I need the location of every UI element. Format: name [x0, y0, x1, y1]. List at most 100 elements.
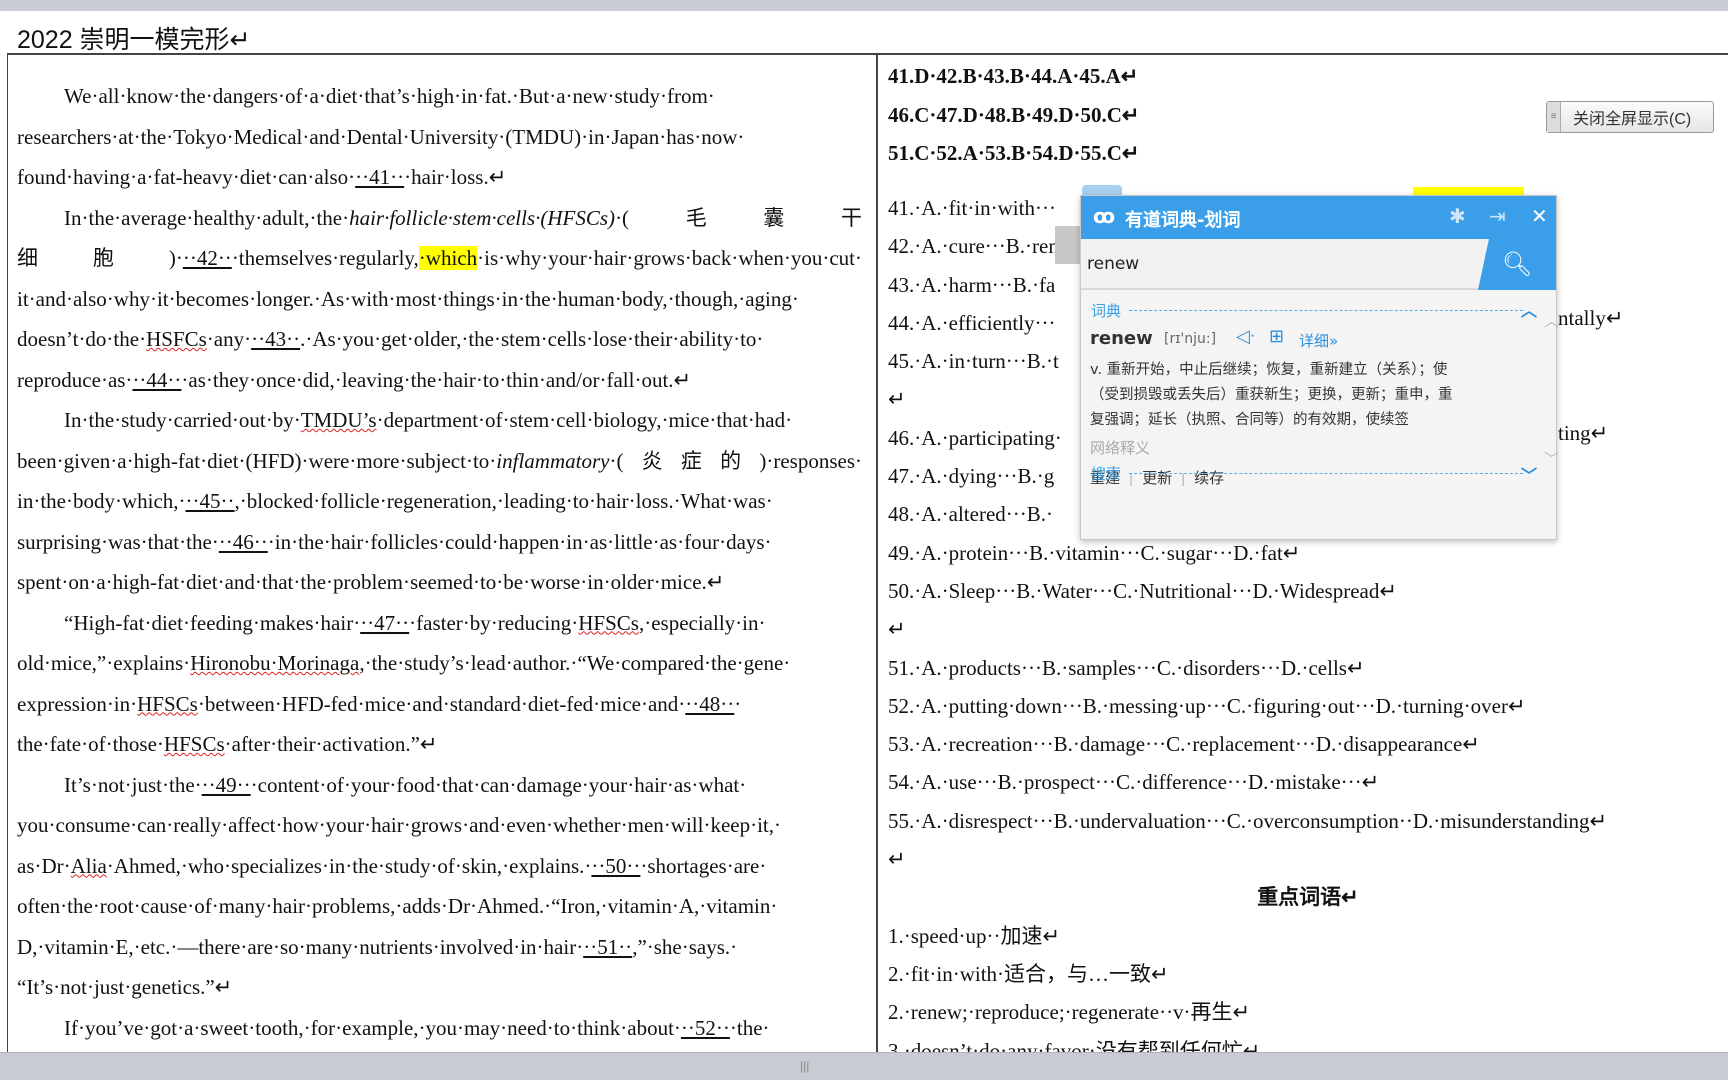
horizontal-scrollbar[interactable]: ||| — [0, 1052, 1728, 1080]
text-segment: ·hair·loss.↵ — [404, 165, 507, 189]
youdao-logo-icon: ꝏ — [1093, 204, 1116, 228]
vocab-item: 2.·renew;·reproduce;·regenerate··v·再生↵ — [888, 1000, 1251, 1025]
popup-title: 有道词典-划词 — [1125, 210, 1241, 231]
text-segment: in·the·body·which,· — [17, 489, 186, 513]
text-segment: ·(炎症的)·responses· — [609, 448, 862, 473]
option-line: ↵ — [888, 617, 906, 642]
close-fullscreen-button[interactable]: ≡ 关闭全屏显示(C) — [1546, 101, 1714, 133]
close-icon[interactable]: ✕ — [1531, 204, 1548, 228]
blank: ··41·· — [355, 165, 405, 189]
text-segment: ·after·their·activation.”↵ — [224, 732, 438, 756]
text-segment: In·the·study·carried·out·by· — [64, 408, 301, 432]
blank: ··44·· — [132, 367, 182, 392]
passage-line: as·Dr·Alia·Ahmed,·who·specializes·in·the… — [17, 846, 862, 887]
text-segment: .·As·you·get·older,·the·stem·cells·lose·… — [300, 327, 764, 351]
option-line: ↵ — [888, 847, 906, 872]
text-segment: In·the·average·healthy·adult,·the· — [64, 205, 350, 230]
text-segment: Hironobu·Morinaga — [190, 651, 360, 675]
passage-line: D,·vitamin·E,·etc.·—there·are·so·many·nu… — [17, 927, 862, 968]
document-title: 2022 崇明一模完形↵ — [17, 26, 251, 54]
search-button[interactable]: 🔍︎ — [1478, 239, 1556, 290]
text-segment: “High-fat·diet·feeding·makes·hair· — [64, 610, 361, 635]
passage-line: If·you’ve·got·a·sweet·tooth,·for·example… — [17, 1008, 862, 1049]
dict-section-label: 词典 — [1091, 302, 1122, 320]
passage-column: We·all·know·the·dangers·of·a·diet·that’s… — [17, 76, 862, 1089]
column-divider — [876, 53, 878, 1053]
passage-line: It’s·not·just·the···49···content·of·your… — [17, 765, 862, 806]
answer-line: 41.D·42.B·43.B·44.A·45.A↵ — [888, 64, 1139, 88]
text-segment: ·between·HFD-fed·mice·and·standard·diet-… — [197, 691, 686, 716]
text-segment: We·all·know·the·dangers·of·a·diet·that’s… — [64, 84, 715, 108]
definition-line: 复强调；延长（执照、合同等）的有效期，使续签 — [1090, 412, 1409, 428]
text-segment: doesn’t·do·the· — [17, 327, 147, 351]
passage-line: been·given·a·high-fat·diet·(HFD)·were·mo… — [17, 441, 862, 482]
speaker-icon[interactable]: ◁ᐧ — [1236, 326, 1254, 347]
passage-line: it·and·also·why·it·becomes·longer.·As·wi… — [17, 279, 862, 320]
text-segment: ·the· — [729, 1015, 770, 1040]
scrollbar-grip[interactable]: ||| — [800, 1059, 809, 1073]
blank: ··48·· — [685, 691, 735, 716]
add-wordbook-icon[interactable]: ⊞ — [1269, 326, 1284, 347]
text-segment: Alia — [70, 853, 107, 878]
passage-line: you·consume·can·really·affect·how·your·h… — [17, 805, 862, 846]
text-segment: ,·the·study’s·lead·author.·“We·compared·… — [359, 651, 791, 675]
option-line: 55.·A.·disrespect···B.·undervaluation···… — [888, 808, 1608, 833]
option-line: 53.·A.·recreation···B.·damage···C.·repla… — [888, 732, 1480, 757]
pin-icon[interactable]: ⇥ — [1489, 204, 1506, 228]
option-line: 54.·A.·use···B.·prospect···C.·difference… — [888, 770, 1380, 795]
text-segment: ·in·the·hair·follicles·could·happen·in·a… — [267, 529, 772, 554]
search-section-label: 搜索 — [1091, 465, 1122, 483]
answer-line: 46.C·47.D·48.B·49.D·50.C↵ — [888, 102, 1140, 127]
text-segment: ·is·why·your·hair·grows·back·when·you·cu… — [477, 246, 862, 270]
passage-line: in·the·body·which,···45··,·blocked·folli… — [17, 481, 862, 522]
chevron-up-icon[interactable]: ︿ — [1521, 297, 1537, 321]
definition-line: （受到损毁或丢失后）重获新生；更换，更新；重申，重 — [1090, 387, 1453, 403]
text-segment: often·the·root·cause·of·many·hair·proble… — [17, 894, 778, 918]
passage-line: old·mice,”·explains·Hironobu·Morinaga,·t… — [17, 643, 862, 684]
text-segment: It’s·not·just·the· — [64, 772, 202, 797]
scroll-down-icon[interactable]: ﹀ — [1544, 448, 1559, 469]
passage-line: researchers·at·the·Tokyo·Medical·and·Den… — [17, 117, 862, 158]
blank: ··43·· — [251, 327, 301, 351]
text-segment: ·shortages·are· — [640, 853, 767, 878]
option-44-fragment: ntally↵ — [1558, 306, 1624, 330]
text-segment: · — [734, 691, 742, 716]
passage-line: We·all·know·the·dangers·of·a·diet·that’s… — [17, 76, 862, 117]
text-segment: researchers·at·the·Tokyo·Medical·and·Den… — [17, 124, 745, 149]
text-segment: been·given·a·high-fat·diet·(HFD)·were·mo… — [17, 448, 497, 473]
window-top-bar — [0, 0, 1728, 11]
definition-line: v. 重新开始，中止后继续；恢复，重新建立（关系）；使 — [1090, 362, 1448, 378]
text-segment: HFSCs — [137, 691, 198, 716]
search-section-header: 搜索 — [1091, 463, 1531, 484]
dictionary-search-input[interactable] — [1087, 249, 1467, 279]
blank: ··49·· — [201, 772, 251, 797]
text-segment: inflammatory — [496, 448, 610, 473]
popup-header[interactable]: ꝏ 有道词典-划词 ✱ ⇥ ✕ — [1081, 196, 1556, 239]
headword: renew — [1090, 328, 1153, 349]
text-segment: ·department·of·stem·cell·biology,·mice·t… — [376, 408, 793, 432]
blank: ··45·· — [185, 489, 235, 513]
settings-icon[interactable]: ✱ — [1449, 204, 1466, 228]
text-segment: spent·on·a·high-fat·diet·and·that·the·pr… — [17, 570, 725, 594]
detail-link[interactable]: 详细» — [1299, 330, 1338, 351]
text-segment: ,·especially·in· — [638, 610, 766, 635]
search-row: 🔍︎ — [1081, 239, 1556, 290]
text-segment: ·as·they·once·did,·leaving·the·hair·to·t… — [181, 367, 692, 392]
blank: ··50·· — [591, 853, 641, 878]
text-segment: TMDU’s — [300, 408, 377, 432]
answer-line: 51.C·52.A·53.B·54.D·55.C↵ — [888, 141, 1140, 165]
close-fullscreen-label: 关闭全屏显示(C) — [1573, 111, 1692, 128]
text-segment: ·which — [418, 246, 478, 270]
passage-line: In·the·study·carried·out·by·TMDU’s·depar… — [17, 400, 862, 441]
passage-line: 细胞)···42···themselves·regularly,·which·i… — [17, 238, 862, 279]
blank: ··52·· — [680, 1015, 730, 1040]
vocab-heading: 重点词语↵ — [1257, 885, 1359, 910]
chevron-down-icon[interactable]: ﹀ — [1521, 462, 1537, 486]
blank: ··51·· — [583, 934, 633, 959]
text-segment: ·any· — [206, 327, 252, 351]
scroll-up-icon[interactable]: ︿ — [1544, 310, 1559, 331]
text-segment: reproduce·as· — [17, 367, 133, 392]
passage-line: “High-fat·diet·feeding·makes·hair···47··… — [17, 603, 862, 644]
blank: ··46·· — [218, 529, 268, 554]
phonetic: [rɪ'nju:] — [1164, 331, 1217, 347]
